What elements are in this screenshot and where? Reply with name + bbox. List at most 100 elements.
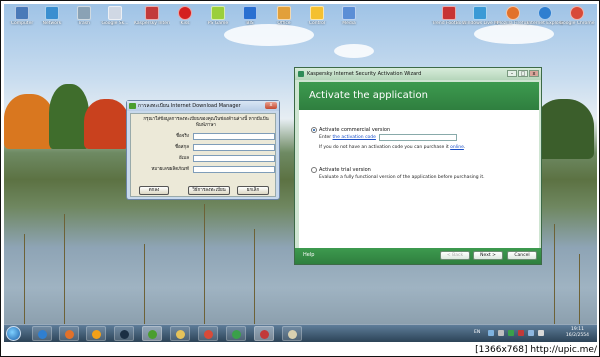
taskbar-eye-app[interactable]	[114, 326, 134, 341]
taskbar-idm[interactable]	[142, 326, 162, 341]
taskbar-media-player[interactable]	[86, 326, 106, 341]
taskbar-explorer[interactable]	[170, 326, 190, 341]
idm-field-first-name: ชื่อจริง	[137, 133, 275, 141]
watermark: [1366x768] http://upic.me/	[475, 345, 597, 355]
idm-serial-input[interactable]	[193, 166, 275, 173]
minimize-button[interactable]: –	[507, 70, 517, 77]
idm-ok-button[interactable]: ตกลง	[139, 186, 169, 195]
idm-label-last-name: ชื่อสกุล	[175, 145, 189, 150]
reed	[144, 244, 145, 324]
kaspersky-icon	[145, 6, 159, 20]
messenger-icon	[473, 6, 487, 20]
taskbar-kaspersky[interactable]	[254, 326, 274, 341]
idm-close-button[interactable]: x	[265, 102, 277, 109]
idm-last-name-input[interactable]	[193, 144, 275, 151]
tray-icon-2[interactable]	[498, 330, 504, 336]
commercial-option[interactable]: Activate commercial version	[311, 127, 390, 133]
trial-radio[interactable]	[311, 167, 317, 173]
kaspersky-app-icon	[298, 71, 304, 77]
pine-tree	[49, 84, 89, 149]
desktop-icon-network[interactable]: Network	[34, 6, 70, 26]
game-icon	[211, 6, 225, 20]
desktop-icon-office[interactable]: Office	[266, 6, 302, 26]
idm-icon	[148, 330, 157, 339]
idm-label-serial: หมายเลขผลิตภัณฑ์	[151, 167, 189, 172]
desktop-icon-bis[interactable]: BIS	[232, 6, 268, 26]
start-button[interactable]	[6, 326, 21, 341]
online-link[interactable]: online	[450, 145, 464, 150]
screenshot-frame: Computer Network Trash Google Sk... Kasp…	[0, 0, 600, 357]
idm-first-name-input[interactable]	[193, 133, 275, 140]
taskbar-firefox[interactable]	[59, 326, 79, 341]
activation-code-link[interactable]: the activation code	[333, 135, 376, 140]
desktop-icon-kiss[interactable]: Kiss	[167, 6, 203, 26]
desktop-icon-sketchup[interactable]: Google Sk...	[97, 6, 133, 26]
volume-icon[interactable]	[538, 330, 544, 336]
tray-icon-4[interactable]	[518, 330, 524, 336]
desktop-icon-ie[interactable]: Internet Explorer	[527, 6, 563, 26]
desktop-icon-media[interactable]: Media	[331, 6, 367, 26]
network-tray-icon[interactable]	[528, 330, 534, 336]
activation-code-row: Enter the activation code	[319, 135, 376, 141]
desktop-icon-chrome[interactable]: Google Chrome	[559, 6, 595, 26]
network-icon	[45, 6, 59, 20]
ie-icon	[38, 330, 47, 339]
clock[interactable]: 19:11 16/2/2554	[566, 327, 589, 339]
office-icon	[277, 6, 291, 20]
commercial-radio[interactable]	[311, 127, 317, 133]
activation-code-input[interactable]	[379, 134, 457, 141]
kaspersky-title-bar[interactable]: Kaspersky Internet Security Activation W…	[295, 68, 541, 80]
computer-icon	[15, 6, 29, 20]
cloud	[334, 44, 374, 58]
purchase-hint: If you do not have an activation code yo…	[319, 145, 465, 151]
purchase-hint-text: If you do not have an activation code yo…	[319, 145, 449, 150]
idm-help-button[interactable]: วิธีการลงทะเบียน	[188, 186, 230, 195]
trial-option[interactable]: Activate trial version	[311, 167, 371, 173]
idm-info-text: กรุณาใส่ข้อมูลการลงทะเบียนของคุณในช่องด้…	[143, 117, 269, 128]
idm-label-first-name: ชื่อจริง	[175, 134, 189, 139]
taskbar-network[interactable]	[226, 326, 246, 341]
idm-title: การลงทะเบียน Internet Download Manager	[138, 103, 241, 109]
idm-field-last-name: ชื่อสกุล	[137, 144, 275, 152]
desktop-icon-ps-game[interactable]: PS Game	[200, 6, 236, 26]
reed	[204, 204, 205, 324]
idm-title-bar[interactable]: การลงทะเบียน Internet Download Manager x	[127, 101, 279, 111]
kaspersky-activation-wizard: Kaspersky Internet Security Activation W…	[294, 67, 542, 265]
firefox-icon	[65, 330, 74, 339]
pine-tree	[534, 99, 594, 159]
control-icon	[310, 6, 324, 20]
cloud	[224, 24, 314, 46]
taskbar-tool[interactable]	[282, 326, 302, 341]
cancel-button[interactable]: Cancel	[507, 251, 537, 260]
tray-icon-3[interactable]	[508, 330, 514, 336]
reed	[554, 224, 555, 324]
help-link[interactable]: Help	[303, 252, 314, 258]
idm-email-input[interactable]	[193, 155, 275, 162]
idm-cancel-button[interactable]: ยกเลิก	[237, 186, 269, 195]
desktop-icon-kaspersky[interactable]: Kaspersky Internet Se...	[134, 6, 170, 26]
desktop-icon-firefox[interactable]: Mozilla Firefox	[495, 6, 531, 26]
maximize-button[interactable]: □	[518, 70, 528, 77]
taskbar-chrome[interactable]	[198, 326, 218, 341]
close-button[interactable]: x	[529, 70, 539, 77]
ie-icon	[538, 6, 552, 20]
tray-icon-1[interactable]	[488, 330, 494, 336]
purchase-hint-suffix: .	[463, 145, 466, 150]
game-icon	[442, 6, 456, 20]
desktop-icon-control[interactable]: Control	[299, 6, 335, 26]
chrome-icon	[570, 6, 584, 20]
network-icon	[232, 330, 241, 339]
desktop-icon-messenger[interactable]: Windows Live Messe...	[462, 6, 498, 26]
next-button[interactable]: Next >	[473, 251, 503, 260]
reed	[254, 229, 255, 324]
back-button[interactable]: < Back	[440, 251, 470, 260]
clock-date: 16/2/2554	[565, 333, 589, 338]
idm-body: กรุณาใส่ข้อมูลการลงทะเบียนของคุณในช่องด้…	[130, 113, 276, 197]
wizard-footer: Help < Back Next > Cancel	[295, 248, 541, 264]
reed	[24, 234, 25, 324]
taskbar: EN 19:11 16/2/2554	[4, 324, 597, 342]
wizard-heading: Activate the application	[299, 82, 539, 110]
taskbar-ie[interactable]	[32, 326, 52, 341]
language-indicator[interactable]: EN	[474, 330, 480, 335]
sketchup-icon	[108, 6, 122, 20]
